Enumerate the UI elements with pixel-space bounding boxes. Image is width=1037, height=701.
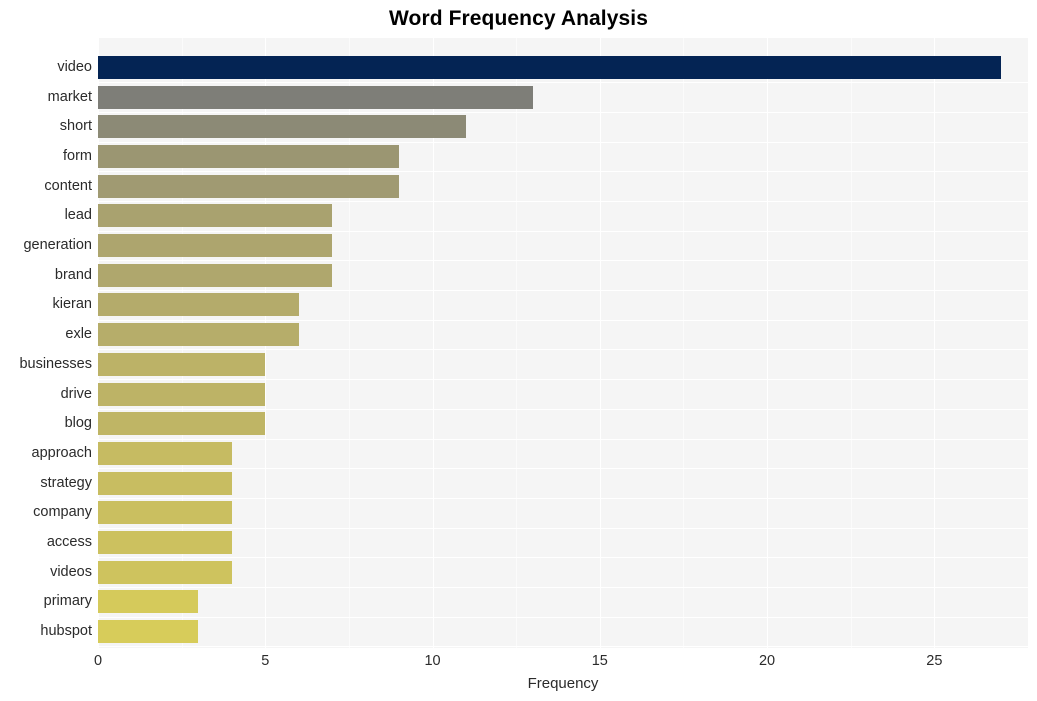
y-gridline: [98, 617, 1028, 618]
y-axis-tick-label: generation: [23, 237, 92, 254]
y-gridline: [98, 260, 1028, 261]
x-axis-tick-label: 5: [261, 653, 270, 669]
x-axis-tick-label: 15: [591, 653, 608, 669]
y-axis-tick-label: videos: [50, 563, 92, 580]
y-gridline: [98, 201, 1028, 202]
y-axis-tick-label: content: [44, 177, 92, 194]
y-gridline: [98, 349, 1028, 350]
y-gridline: [98, 439, 1028, 440]
y-gridline: [98, 142, 1028, 143]
y-axis-tick-label: kieran: [52, 296, 93, 313]
bar: [98, 56, 1002, 79]
y-axis-tick-label: video: [57, 59, 92, 75]
y-axis-tick-label: businesses: [19, 355, 92, 372]
bar: [98, 204, 333, 228]
x-axis-tick-label: 25: [926, 653, 943, 669]
bar: [98, 412, 266, 436]
y-axis-tick-labels: video market short form content lead generatio…: [0, 38, 92, 648]
bar: [98, 174, 400, 198]
y-gridline: [98, 468, 1028, 469]
x-axis-tick-labels: 0 5 10 15 20 25: [0, 651, 1037, 673]
y-gridline: [98, 171, 1028, 172]
chart-figure: Word Frequency Analysis video market short…: [0, 0, 1037, 701]
y-gridline: [98, 379, 1028, 380]
y-axis-tick-label: hubspot: [40, 622, 92, 639]
y-axis-tick-label: blog: [64, 415, 92, 432]
bar: [98, 323, 299, 347]
bar: [98, 471, 232, 495]
y-axis-tick-label: market: [47, 88, 92, 105]
bar: [98, 234, 333, 258]
x-axis-tick-label: 20: [758, 653, 776, 669]
bar: [98, 619, 199, 643]
bar: [98, 85, 533, 109]
y-gridline: [98, 409, 1028, 410]
bar: [98, 263, 333, 287]
y-axis-tick-label: short: [59, 118, 92, 135]
bar: [98, 293, 299, 317]
plot-panel: [98, 38, 1028, 648]
y-axis-tick-label: lead: [64, 207, 92, 224]
bar: [98, 530, 232, 554]
y-gridline: [98, 557, 1028, 558]
bar: [98, 441, 232, 465]
y-axis-tick-label: approach: [31, 444, 92, 461]
y-gridline: [98, 498, 1028, 499]
x-axis-title: Frequency: [527, 675, 599, 692]
bar: [98, 590, 199, 614]
y-axis-tick-label: company: [33, 504, 92, 521]
y-axis-tick-label: access: [46, 533, 92, 550]
y-gridline: [98, 231, 1028, 232]
y-gridline: [98, 320, 1028, 321]
bar: [98, 115, 466, 139]
bar: [98, 145, 400, 169]
y-axis-tick-label: form: [63, 148, 92, 165]
y-gridline: [98, 587, 1028, 588]
y-axis-tick-label: drive: [60, 385, 92, 402]
chart-title: Word Frequency Analysis: [388, 7, 649, 30]
x-axis-tick-label: 0: [93, 653, 103, 669]
y-gridline: [98, 112, 1028, 113]
x-axis-tick-label: 10: [424, 653, 441, 669]
y-axis-tick-label: exle: [65, 326, 92, 343]
bar: [98, 560, 232, 584]
bar: [98, 382, 266, 406]
bar: [98, 501, 232, 525]
y-axis-tick-label: brand: [54, 266, 92, 283]
y-gridline: [98, 528, 1028, 529]
y-gridline: [98, 646, 1028, 647]
y-axis-tick-label: strategy: [40, 474, 92, 491]
y-axis-tick-label: primary: [43, 593, 92, 610]
bar: [98, 352, 266, 376]
y-gridline: [98, 290, 1028, 291]
y-gridline: [98, 82, 1028, 83]
